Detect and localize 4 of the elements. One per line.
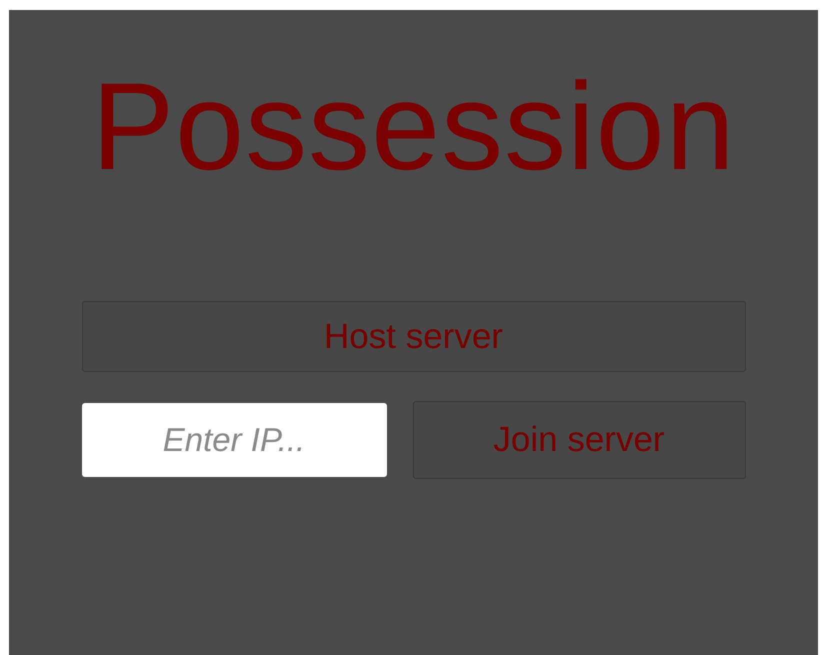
ip-input-field[interactable]: Enter IP... xyxy=(82,403,386,477)
host-server-button[interactable]: Host server xyxy=(82,301,746,372)
game-title: Possession xyxy=(91,62,736,192)
join-server-button[interactable]: Join server xyxy=(412,401,746,479)
